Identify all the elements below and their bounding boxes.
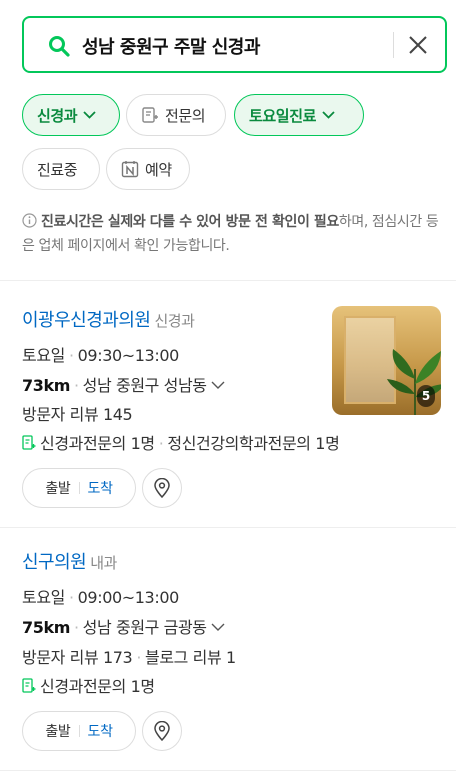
hours-day: 토요일 <box>22 588 65 607</box>
result-name-link[interactable]: 신구의원 <box>22 552 87 573</box>
chevron-down-icon <box>322 111 335 119</box>
result-reviews: 방문자 리뷰 145 <box>22 405 133 424</box>
result-location[interactable]: 75km · 성남 중원구 금광동 <box>22 614 225 638</box>
result-title-row: 이광우신경과의원 신경과 <box>22 306 195 332</box>
search-bar[interactable]: 성남 중원구 주말 신경과 <box>22 16 447 73</box>
arrive-button[interactable]: 도착 <box>88 478 113 498</box>
filter-chip-booking[interactable]: 예약 <box>106 148 190 190</box>
doctor-certificate-icon <box>22 435 36 450</box>
search-input[interactable]: 성남 중원구 주말 신경과 <box>82 33 260 59</box>
hours-time: 09:30~13:00 <box>77 346 180 365</box>
filter-chip-saturday[interactable]: 토요일진료 <box>234 94 364 136</box>
distance: 73km <box>22 376 70 395</box>
filter-chip-department[interactable]: 신경과 <box>22 94 120 136</box>
result-specialists: 신경과전문의 1명 <box>22 673 155 697</box>
filter-chip-specialist[interactable]: 전문의 <box>126 94 226 136</box>
result-hours: 토요일 · 09:30~13:00 <box>22 346 180 365</box>
photo-count-badge: 5 <box>417 385 435 407</box>
filter-chip-label: 전문의 <box>165 106 206 125</box>
naver-booking-icon <box>121 161 139 178</box>
hours-notice: 진료시간은 실제와 다를 수 있어 방문 전 확인이 필요하며, 점심시간 등은… <box>22 210 442 258</box>
notice-bold-text: 진료시간은 실제와 다를 수 있어 방문 전 확인이 필요 <box>41 214 339 230</box>
result-category: 신경과 <box>154 312 195 330</box>
depart-button[interactable]: 출발 <box>45 478 70 498</box>
directions-button[interactable]: 출발 도착 <box>22 468 136 508</box>
doctor-certificate-icon <box>142 107 158 123</box>
result-specialists: 신경과전문의 1명 · 정신건강의학과전문의 1명 <box>22 430 340 454</box>
doctor-certificate-icon <box>22 678 36 693</box>
address: 성남 중원구 금광동 <box>82 618 207 637</box>
map-pin-button[interactable] <box>142 711 182 751</box>
result-location[interactable]: 73km · 성남 중원구 성남동 <box>22 372 225 396</box>
map-pin-icon <box>154 721 170 741</box>
filter-chip-open-now[interactable]: 진료중 <box>22 148 100 190</box>
filter-chip-label: 신경과 <box>37 106 78 125</box>
info-icon <box>22 213 37 228</box>
result-title-row: 신구의원 내과 <box>22 548 117 574</box>
close-icon[interactable] <box>407 34 429 56</box>
search-icon <box>49 36 70 57</box>
specialist-item: 정신건강의학과전문의 1명 <box>167 434 340 453</box>
hours-time: 09:00~13:00 <box>77 588 180 607</box>
section-divider <box>0 770 456 771</box>
map-pin-icon <box>154 478 170 498</box>
distance: 75km <box>22 618 70 637</box>
filter-chip-label: 토요일진료 <box>249 106 317 125</box>
result-name-link[interactable]: 이광우신경과의원 <box>22 310 151 331</box>
result-hours: 토요일 · 09:00~13:00 <box>22 588 180 607</box>
visitor-reviews: 방문자 리뷰 173 <box>22 648 133 667</box>
section-divider <box>0 280 456 281</box>
address: 성남 중원구 성남동 <box>82 376 207 395</box>
chevron-down-icon[interactable] <box>211 381 225 389</box>
blog-reviews: 블로그 리뷰 1 <box>145 648 236 667</box>
arrive-button[interactable]: 도착 <box>88 721 113 741</box>
specialist-item: 신경과전문의 1명 <box>40 677 155 696</box>
filter-chip-label: 예약 <box>145 160 172 179</box>
depart-button[interactable]: 출발 <box>45 721 70 741</box>
result-reviews: 방문자 리뷰 173 · 블로그 리뷰 1 <box>22 648 236 667</box>
result-photo[interactable]: 5 <box>332 306 441 415</box>
result-category: 내과 <box>90 554 117 572</box>
directions-button[interactable]: 출발 도착 <box>22 711 136 751</box>
chevron-down-icon <box>83 111 96 119</box>
filter-chip-label: 진료중 <box>37 160 78 179</box>
map-pin-button[interactable] <box>142 468 182 508</box>
specialist-item: 신경과전문의 1명 <box>40 434 155 453</box>
hours-day: 토요일 <box>22 346 65 365</box>
section-divider <box>0 527 456 528</box>
result-card: 신구의원 내과 토요일 · 09:00~13:00 75km · 성남 중원구 금광동 방… <box>22 548 442 758</box>
search-divider <box>393 32 394 58</box>
chevron-down-icon[interactable] <box>211 623 225 631</box>
